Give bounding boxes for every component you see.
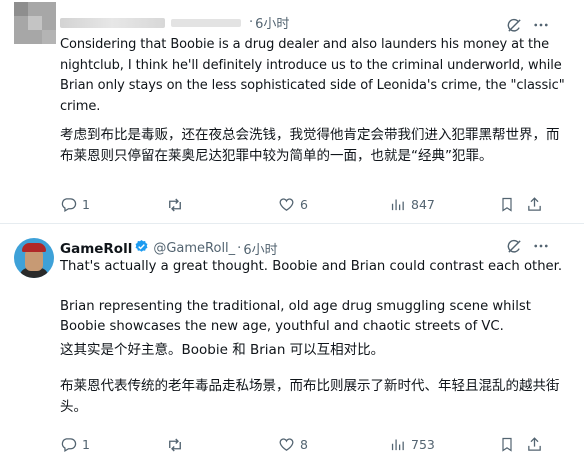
grok-icon[interactable] bbox=[505, 237, 523, 255]
views-icon bbox=[391, 199, 404, 211]
like-count: 6 bbox=[300, 197, 308, 212]
like-icon bbox=[279, 438, 294, 451]
tweet-text-english-1: That's actually a great thought. Boobie … bbox=[60, 259, 563, 274]
repost-button[interactable] bbox=[166, 436, 189, 454]
reply-icon bbox=[61, 438, 77, 453]
like-button[interactable]: 6 bbox=[278, 196, 308, 213]
share-icon bbox=[528, 437, 541, 451]
repost-icon bbox=[169, 198, 181, 212]
views-count: 847 bbox=[411, 197, 435, 212]
bookmark-button[interactable] bbox=[499, 196, 515, 213]
views-icon bbox=[391, 439, 404, 451]
verified-badge-icon bbox=[134, 239, 149, 258]
user-name[interactable]: GameRoll bbox=[60, 241, 132, 257]
views-button[interactable]: 847 bbox=[389, 196, 435, 213]
share-icon bbox=[528, 197, 541, 211]
reply-count: 1 bbox=[82, 197, 90, 212]
like-button[interactable]: 8 bbox=[278, 436, 308, 453]
user-handle[interactable]: @GameRoll_ bbox=[153, 241, 235, 256]
reply-button[interactable]: 1 bbox=[60, 436, 90, 453]
tweet-header: · 6小时 bbox=[60, 13, 289, 32]
tweet-2[interactable]: GameRoll @GameRoll_ · 6小时 That's actuall… bbox=[0, 224, 584, 467]
separator-dot: · bbox=[249, 15, 254, 30]
tweet-text-english: Considering that Boobie is a drug dealer… bbox=[60, 37, 565, 114]
like-count: 8 bbox=[300, 437, 308, 452]
timestamp[interactable]: 6小时 bbox=[255, 13, 289, 32]
avatar[interactable] bbox=[14, 238, 54, 278]
grok-icon[interactable] bbox=[505, 16, 523, 34]
timestamp[interactable]: 6小时 bbox=[243, 239, 277, 258]
more-icon[interactable] bbox=[531, 237, 551, 255]
tweet-text-english-2: Brian representing the traditional, old … bbox=[60, 299, 531, 334]
tweet-text-chinese-1: 这其实是个好主意。Boobie 和 Brian 可以互相对比。 bbox=[60, 342, 385, 358]
views-button[interactable]: 753 bbox=[389, 436, 435, 453]
repost-button[interactable] bbox=[166, 196, 189, 214]
tweet-1[interactable]: · 6小时 Considering that Boobie is a drug … bbox=[0, 0, 584, 224]
reply-icon bbox=[61, 198, 77, 213]
reply-count: 1 bbox=[82, 437, 90, 452]
repost-icon bbox=[169, 438, 181, 452]
bookmark-icon bbox=[502, 197, 512, 212]
separator-dot: · bbox=[237, 241, 242, 256]
views-count: 753 bbox=[411, 437, 435, 452]
more-icon[interactable] bbox=[531, 16, 551, 34]
reply-button[interactable]: 1 bbox=[60, 196, 90, 213]
like-icon bbox=[279, 198, 294, 211]
bookmark-button[interactable] bbox=[499, 436, 515, 453]
action-bar: 1 6 847 bbox=[56, 196, 576, 216]
tweet-text-chinese-2: 布莱恩代表传统的老年毒品走私场景，而布比则展示了新时代、年轻且混乱的越共街头。 bbox=[60, 378, 560, 415]
blurred-user-handle bbox=[171, 18, 241, 27]
tweet-header: GameRoll @GameRoll_ · 6小时 bbox=[60, 239, 278, 258]
action-bar: 1 8 753 bbox=[56, 436, 576, 456]
blurred-user-name bbox=[60, 17, 165, 28]
avatar-blurred[interactable] bbox=[14, 2, 56, 44]
share-button[interactable] bbox=[526, 436, 543, 453]
tweet-text-chinese: 考虑到布比是毒贩，还在夜总会洗钱，我觉得他肯定会带我们进入犯罪黑帮世界，而布莱恩… bbox=[60, 127, 560, 164]
bookmark-icon bbox=[502, 437, 512, 452]
share-button[interactable] bbox=[526, 196, 543, 213]
